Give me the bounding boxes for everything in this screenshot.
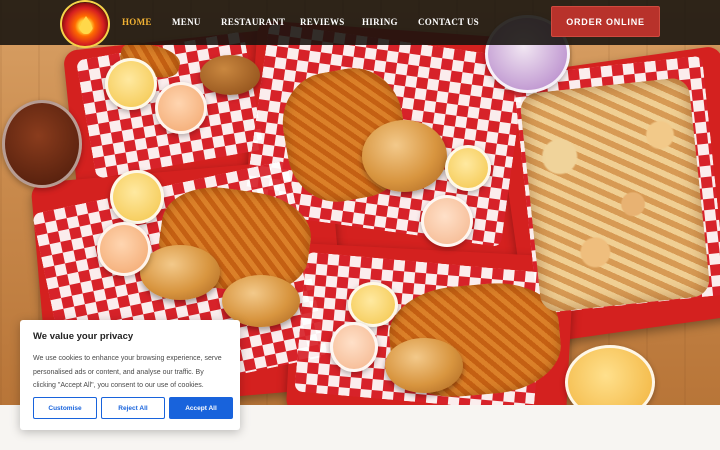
customise-button[interactable]: Customise	[33, 397, 97, 419]
brand-logo[interactable]	[60, 0, 110, 48]
nav-item-hiring[interactable]: HIRING	[362, 17, 398, 27]
nav-item-menu[interactable]: MENU	[172, 17, 201, 27]
order-online-button[interactable]: ORDER ONLINE	[551, 6, 660, 37]
accept-all-button[interactable]: Accept All	[169, 397, 233, 419]
reject-all-button[interactable]: Reject All	[101, 397, 165, 419]
cookie-title: We value your privacy	[33, 331, 134, 342]
flame-logo-icon	[79, 16, 93, 34]
cookie-button-group: Customise Reject All Accept All	[33, 397, 233, 419]
nav-item-contact-us[interactable]: CONTACT US	[418, 17, 479, 27]
top-navbar: HOME MENU RESTAURANT REVIEWS HIRING CONT…	[0, 0, 720, 48]
nav-item-reviews[interactable]: REVIEWS	[300, 17, 345, 27]
nav-item-home[interactable]: HOME	[122, 17, 152, 27]
cookie-description: We use cookies to enhance your browsing …	[33, 355, 222, 389]
nav-item-restaurant[interactable]: RESTAURANT	[221, 17, 285, 27]
cookie-consent-banner: We value your privacy We use cookies to …	[20, 320, 240, 430]
